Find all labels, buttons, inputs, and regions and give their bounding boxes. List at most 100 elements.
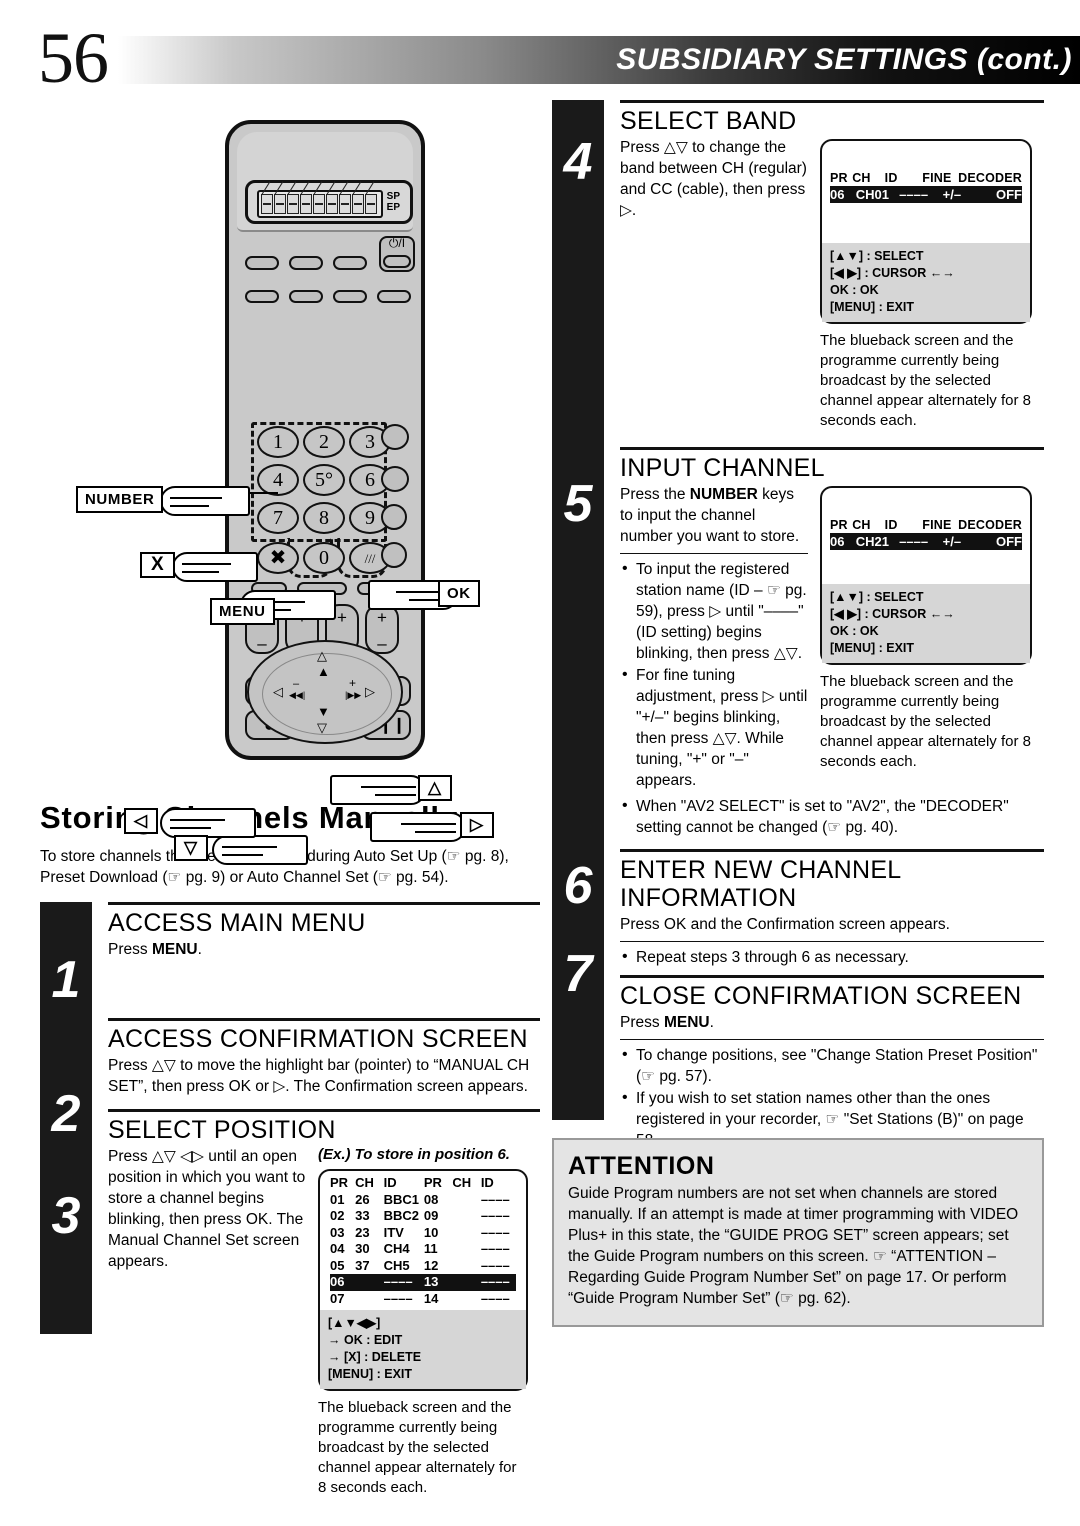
input-osd-row[interactable]: 06 CH21 –––– +/– OFF [830, 533, 1022, 550]
pause-icon: ❙❙ [379, 717, 406, 734]
remote-button-c1[interactable] [381, 424, 409, 450]
cell [452, 1208, 480, 1225]
key-7[interactable]: 7 [257, 502, 299, 534]
bullet: To change positions, see "Change Station… [620, 1044, 1044, 1087]
cancel-key[interactable]: ✖ [257, 542, 299, 574]
record-button[interactable]: ● [245, 710, 295, 740]
table-row[interactable]: 04 30 CH4 11 –––– [330, 1241, 516, 1258]
fast-forward-button[interactable]: ▶▶ [361, 676, 411, 706]
stop-icon: ■ [323, 716, 333, 733]
table-row[interactable]: 01 26 BBC1 08 –––– [330, 1192, 516, 1209]
remote-button-a3[interactable] [333, 256, 367, 270]
cell [452, 1291, 480, 1308]
cell: 13 [423, 1274, 439, 1289]
col-header-ch2: CH [452, 1175, 472, 1190]
hdr-pr: PR [830, 518, 848, 532]
table-row[interactable]: 07 –––– 14 –––– [330, 1291, 516, 1308]
channel-list: PR CH ID PR CH ID 01 26 BBC1 08 –––– 02 … [320, 1171, 526, 1310]
input-osd-rows: PR CH ID FINE DECODER 06 CH21 –––– +/– O… [822, 518, 1030, 584]
step-6-text: Press OK and the Confirmation screen app… [620, 916, 950, 933]
key-2[interactable]: 2 [303, 426, 345, 458]
table-row[interactable]: 05 37 CH5 12 –––– [330, 1258, 516, 1275]
left-column: SP EP ⏻/I 1 2 3 4 5° 6 7 8 9 ✖ 0 /// + +… [40, 100, 540, 1498]
help-line-ok: OK : OK [830, 283, 879, 297]
step-5-caption: The blueback screen and the programme cu… [820, 673, 1031, 770]
pause-button[interactable]: ❙❙ [361, 710, 411, 740]
page-number: 56 [38, 18, 109, 98]
step-7: CLOSE CONFIRMATION SCREEN Press MENU. To… [620, 975, 1044, 1151]
power-icon: ⏻/I [388, 236, 406, 250]
help-line-4: [MENU] : EXIT [328, 1367, 413, 1381]
table-row[interactable]: 02 33 BBC2 09 –––– [330, 1208, 516, 1225]
hdr-id: ID [884, 518, 898, 532]
step-1-text: Press MENU. [108, 939, 540, 960]
remote-button-e1[interactable] [303, 658, 353, 668]
timer-button[interactable] [381, 542, 407, 568]
hdr-ch: CH [852, 518, 871, 532]
cell: 08 [423, 1191, 439, 1207]
cell: 02 [330, 1208, 345, 1223]
step-1-heading: ACCESS MAIN MENU [108, 909, 366, 937]
cell: 30 [355, 1241, 370, 1256]
col-header-ch1: CH [355, 1175, 374, 1190]
table-row[interactable]: 03 23 ITV 10 –––– [330, 1225, 516, 1242]
antenna-button[interactable] [381, 504, 407, 530]
remote-button-b3[interactable] [333, 290, 367, 303]
header-title: SUBSIDIARY SETTINGS (cont.) [616, 43, 1072, 76]
step-3-heading: SELECT POSITION [108, 1116, 336, 1144]
minus-icon-2: – [297, 634, 307, 653]
callout-ok: OK [438, 580, 480, 607]
cell: 37 [355, 1257, 370, 1273]
key-8[interactable]: 8 [303, 502, 345, 534]
rewind-icon: ◀◀ [257, 684, 277, 699]
key-5[interactable]: 5° [303, 464, 345, 496]
step-5-text: Press the NUMBER keys to input the chann… [620, 484, 808, 547]
remote-button-b4[interactable] [377, 290, 411, 303]
attention-body: Guide Program numbers are not set when c… [568, 1185, 1019, 1307]
remote-button-b2[interactable] [289, 290, 323, 303]
input-channel-osd: PR CH ID FINE DECODER 06 CH21 –––– +/– O… [820, 486, 1032, 665]
bullet: When "AV2 SELECT" is set to "AV2", the "… [620, 795, 1044, 838]
hand-cancel [172, 552, 258, 582]
band-osd-row[interactable]: 06 CH01 –––– +/– OFF [830, 186, 1022, 203]
cell: 12 [423, 1257, 439, 1273]
attention-title: ATTENTION [568, 1152, 715, 1180]
power-inner-button[interactable] [383, 255, 411, 268]
cell: 11 [423, 1241, 438, 1256]
cell [355, 1274, 383, 1291]
cell: –––– [383, 1274, 413, 1289]
val-pr: 06 [830, 187, 845, 202]
key-1[interactable]: 1 [257, 426, 299, 458]
stop-button[interactable]: ■ [301, 710, 355, 740]
cell: –––– [480, 1208, 510, 1223]
remote-control-illustration: SP EP ⏻/I 1 2 3 4 5° 6 7 8 9 ✖ 0 /// + +… [40, 100, 540, 865]
val-id: –––– [899, 187, 929, 202]
step-3-example: (Ex.) To store in position 6. PR CH ID P… [318, 1146, 528, 1498]
rule [108, 1018, 540, 1021]
input-osd-help: [▲▼] : SELECT [◀ ▶] : CURSOR ←→ OK : OK … [822, 584, 1030, 663]
band-osd-rows: PR CH ID FINE DECODER 06 CH01 –––– +/– O… [822, 171, 1030, 243]
cell: 14 [423, 1290, 439, 1306]
val-id: –––– [899, 534, 929, 549]
cell [452, 1258, 480, 1275]
rewind-button[interactable]: ◀◀ [245, 676, 295, 706]
remote-button-a2[interactable] [289, 256, 323, 270]
table-row-selected[interactable]: 06 –––– 13 –––– [330, 1274, 516, 1291]
minus-icon-4: – [377, 634, 387, 653]
remote-button-b1[interactable] [245, 290, 279, 303]
help-line-select: [▲▼] : SELECT [830, 249, 924, 263]
hand-down [212, 835, 308, 865]
key-0[interactable]: 0 [303, 542, 345, 574]
remote-button-c2[interactable] [381, 466, 409, 492]
cell: BBC2 [383, 1208, 420, 1223]
play-button[interactable]: ▶ [301, 674, 355, 706]
step-1-text-suffix: . [197, 941, 202, 958]
callout-left: ◁ [124, 808, 158, 834]
channel-list-caption: The blueback screen and the programme cu… [318, 1399, 517, 1496]
remote-button-a1[interactable] [245, 256, 279, 270]
bullet: Repeat steps 3 through 6 as necessary. [620, 946, 1044, 968]
cell: –––– [480, 1241, 510, 1256]
step-3: SELECT POSITION Press △▽ ◁▷ until an ope… [108, 1109, 540, 1498]
callout-right: ▷ [460, 812, 494, 838]
step-7-heading: CLOSE CONFIRMATION SCREEN [620, 982, 1022, 1010]
